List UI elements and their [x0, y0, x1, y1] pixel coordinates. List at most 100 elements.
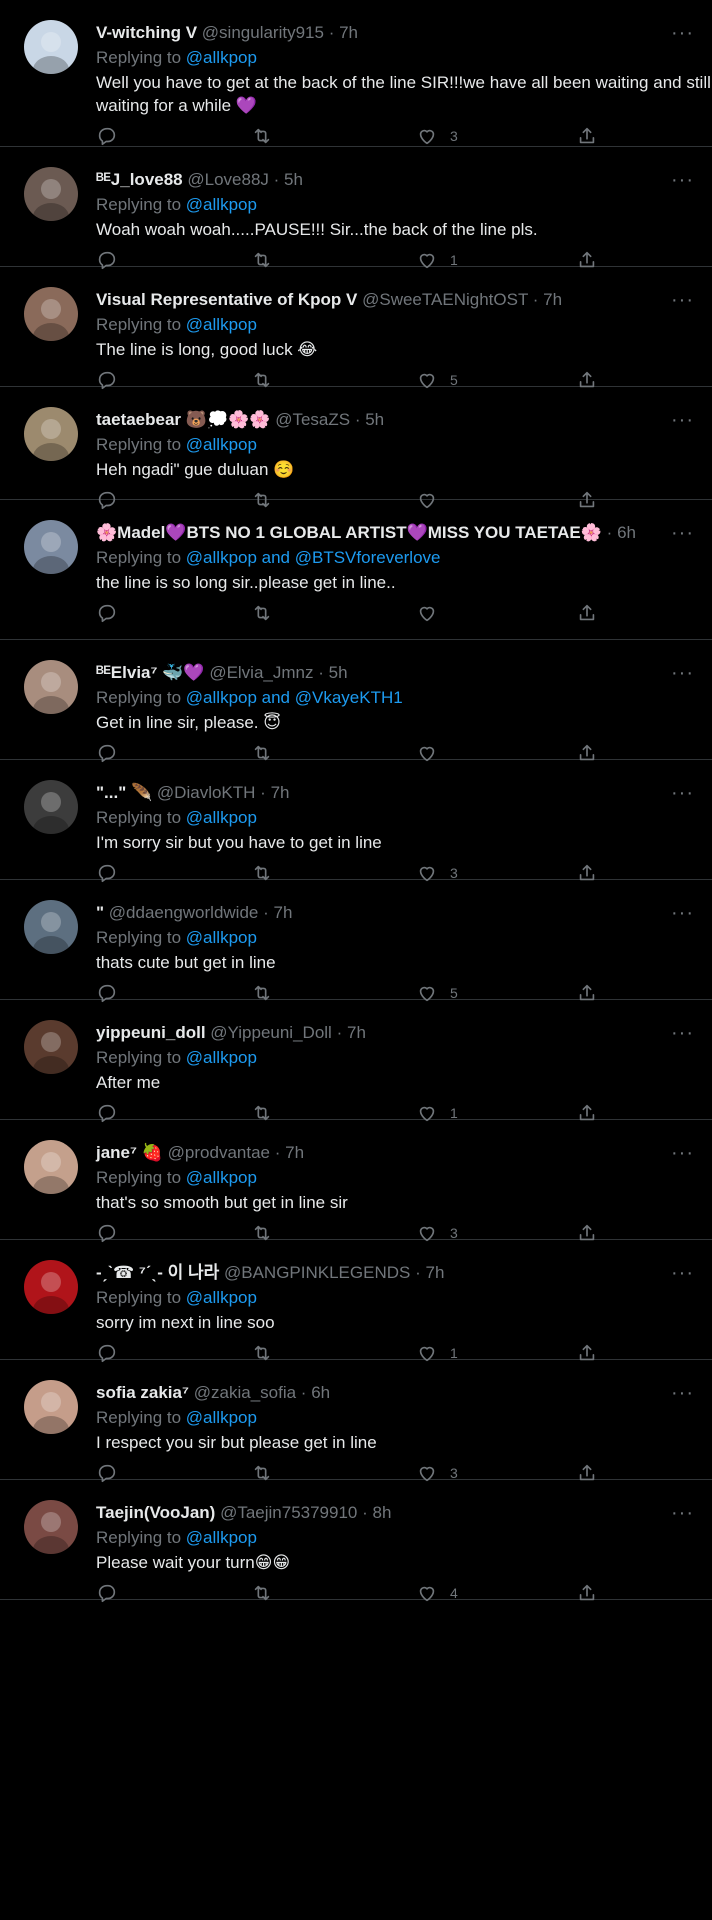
reply-tweet[interactable]: ··· -ˏˋ☎ ⁷ˊˎ- 이 나라 @BANGPINKLEGENDS · 7h…: [0, 1240, 712, 1363]
user-handle[interactable]: @BANGPINKLEGENDS: [224, 1263, 410, 1282]
reply-tweet[interactable]: ··· 🌸Madel💜BTS NO 1 GLOBAL ARTIST💜MISS Y…: [0, 500, 712, 640]
reply-tweet[interactable]: ··· ᴮᴱJ_love88 @Love88J · 5h Replying to…: [0, 147, 712, 270]
mention-link[interactable]: @allkpop and @BTSVforeverlove: [186, 548, 441, 567]
reply-tweet[interactable]: ··· Taejin(VooJan) @Taejin75379910 · 8h …: [0, 1480, 712, 1603]
mention-link[interactable]: @allkpop: [186, 808, 257, 827]
mention-link[interactable]: @allkpop: [186, 435, 257, 454]
retweet-button[interactable]: [251, 602, 273, 624]
display-name[interactable]: -ˏˋ☎ ⁷ˊˎ- 이 나라: [96, 1263, 219, 1282]
reply-tweet[interactable]: ··· yippeuni_doll @Yippeuni_Doll · 7h Re…: [0, 1000, 712, 1123]
timestamp[interactable]: 8h: [373, 1503, 392, 1522]
mention-link[interactable]: @allkpop: [186, 1528, 257, 1547]
mention-link[interactable]: @allkpop: [186, 315, 257, 334]
timestamp[interactable]: 5h: [329, 663, 348, 682]
more-options-icon[interactable]: ···: [671, 902, 694, 925]
user-handle[interactable]: @Yippeuni_Doll: [210, 1023, 332, 1042]
avatar[interactable]: [24, 780, 78, 834]
timestamp[interactable]: 7h: [339, 23, 358, 42]
timestamp[interactable]: 6h: [617, 523, 636, 542]
display-name[interactable]: Taejin(VooJan): [96, 1503, 215, 1522]
avatar[interactable]: [24, 520, 78, 574]
mention-link[interactable]: @allkpop: [186, 1408, 257, 1427]
mention-link[interactable]: @allkpop: [186, 928, 257, 947]
display-name[interactable]: "..." 🪶: [96, 783, 152, 802]
user-handle[interactable]: @TesaZS: [275, 410, 350, 429]
user-handle[interactable]: @zakia_sofia: [194, 1383, 296, 1402]
more-options-icon[interactable]: ···: [671, 289, 694, 312]
reply-tweet[interactable]: ··· "..." 🪶 @DiavloKTH · 7h Replying to …: [0, 760, 712, 883]
display-name[interactable]: sofia zakia⁷: [96, 1383, 189, 1402]
display-name[interactable]: ᴮᴱElvia⁷ 🐳💜: [96, 663, 205, 682]
mention-link[interactable]: @allkpop and @VkayeKTH1: [186, 688, 403, 707]
reply-tweet[interactable]: ··· jane⁷ 🍓 @prodvantae · 7h Replying to…: [0, 1120, 712, 1243]
mention-link[interactable]: @allkpop: [186, 1288, 257, 1307]
more-options-icon[interactable]: ···: [671, 1142, 694, 1165]
reply-tweet[interactable]: ··· ᴮᴱElvia⁷ 🐳💜 @Elvia_Jmnz · 5h Replyin…: [0, 640, 712, 763]
avatar[interactable]: [24, 407, 78, 461]
avatar[interactable]: [24, 1260, 78, 1314]
more-options-icon[interactable]: ···: [671, 1262, 694, 1285]
retweet-button[interactable]: [251, 1582, 273, 1604]
timestamp[interactable]: 7h: [347, 1023, 366, 1042]
avatar[interactable]: [24, 900, 78, 954]
user-handle[interactable]: @ddaengworldwide: [109, 903, 259, 922]
more-options-icon[interactable]: ···: [671, 1022, 694, 1045]
display-name[interactable]: jane⁷ 🍓: [96, 1143, 163, 1162]
timestamp[interactable]: 7h: [285, 1143, 304, 1162]
reply-tweet[interactable]: ··· sofia zakia⁷ @zakia_sofia · 6h Reply…: [0, 1360, 712, 1483]
avatar[interactable]: [24, 287, 78, 341]
display-name[interactable]: taetaebear 🐻💭🌸🌸: [96, 410, 270, 429]
user-handle[interactable]: @prodvantae: [168, 1143, 270, 1162]
timestamp[interactable]: 7h: [274, 903, 293, 922]
timestamp[interactable]: 5h: [284, 170, 303, 189]
user-handle[interactable]: @Taejin75379910: [220, 1503, 357, 1522]
like-button[interactable]: 4: [416, 1582, 458, 1604]
avatar[interactable]: [24, 1500, 78, 1554]
display-name[interactable]: ᴮᴱJ_love88: [96, 170, 183, 189]
mention-link[interactable]: @allkpop: [186, 195, 257, 214]
retweet-button[interactable]: [251, 125, 273, 147]
reply-tweet[interactable]: ··· Visual Representative of Kpop V @Swe…: [0, 267, 712, 390]
like-button[interactable]: 3: [416, 125, 458, 147]
share-button[interactable]: [576, 1582, 598, 1604]
share-button[interactable]: [576, 602, 598, 624]
avatar[interactable]: [24, 1380, 78, 1434]
more-options-icon[interactable]: ···: [671, 1502, 694, 1525]
user-handle[interactable]: @Love88J: [187, 170, 269, 189]
mention-link[interactable]: @allkpop: [186, 48, 257, 67]
timestamp[interactable]: 5h: [365, 410, 384, 429]
user-handle[interactable]: @Elvia_Jmnz: [209, 663, 313, 682]
like-button[interactable]: [416, 602, 450, 624]
more-options-icon[interactable]: ···: [671, 22, 694, 45]
user-handle[interactable]: @DiavloKTH: [157, 783, 256, 802]
mention-link[interactable]: @allkpop: [186, 1168, 257, 1187]
timestamp[interactable]: 7h: [543, 290, 562, 309]
reply-button[interactable]: [96, 602, 118, 624]
avatar[interactable]: [24, 660, 78, 714]
avatar[interactable]: [24, 1020, 78, 1074]
reply-button[interactable]: [96, 125, 118, 147]
more-options-icon[interactable]: ···: [671, 782, 694, 805]
timestamp[interactable]: 6h: [311, 1383, 330, 1402]
more-options-icon[interactable]: ···: [671, 1382, 694, 1405]
display-name[interactable]: yippeuni_doll: [96, 1023, 206, 1042]
user-handle[interactable]: @singularity915: [202, 23, 324, 42]
more-options-icon[interactable]: ···: [671, 522, 694, 545]
avatar[interactable]: [24, 1140, 78, 1194]
timestamp[interactable]: 7h: [271, 783, 290, 802]
avatar[interactable]: [24, 20, 78, 74]
display-name[interactable]: Visual Representative of Kpop V: [96, 290, 357, 309]
display-name[interactable]: 🌸Madel💜BTS NO 1 GLOBAL ARTIST💜MISS YOU T…: [96, 523, 602, 542]
display-name[interactable]: ": [96, 903, 104, 922]
more-options-icon[interactable]: ···: [671, 169, 694, 192]
share-button[interactable]: [576, 125, 598, 147]
avatar[interactable]: [24, 167, 78, 221]
user-handle[interactable]: @SweeTAENightOST: [362, 290, 528, 309]
more-options-icon[interactable]: ···: [671, 662, 694, 685]
reply-tweet[interactable]: ··· taetaebear 🐻💭🌸🌸 @TesaZS · 5h Replyin…: [0, 387, 712, 510]
display-name[interactable]: V-witching V: [96, 23, 197, 42]
reply-button[interactable]: [96, 1582, 118, 1604]
timestamp[interactable]: 7h: [426, 1263, 445, 1282]
reply-tweet[interactable]: ··· V-witching V @singularity915 · 7h Re…: [0, 0, 712, 147]
mention-link[interactable]: @allkpop: [186, 1048, 257, 1067]
